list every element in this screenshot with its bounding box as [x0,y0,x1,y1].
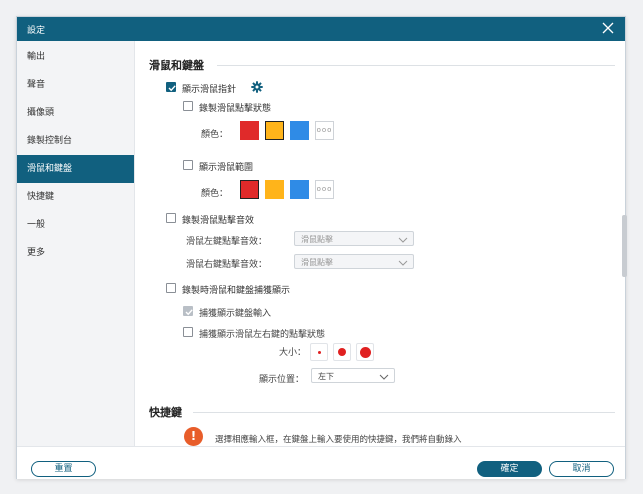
record-click-state-label: 錄製滑鼠點擊狀態 [199,104,272,114]
color-swatch-blue[interactable] [290,121,309,140]
display-position-select[interactable]: 左下 [311,368,395,383]
sidebar-item-hotkeys[interactable]: 快捷鍵 [17,183,134,211]
size-small-button[interactable] [310,343,328,361]
ok-button[interactable]: 確定 [477,461,542,477]
size-large-button[interactable] [356,343,374,361]
reset-button[interactable]: 重置 [31,461,96,477]
capture-keyboard-label: 捕獲顯示鍵盤輸入 [199,309,272,319]
color-swatch-red[interactable] [240,180,259,199]
window-title: 設定 [27,26,46,36]
sidebar-item-audio[interactable]: 聲音 [17,71,134,99]
capture-display-checkbox[interactable] [166,283,176,293]
right-click-sound-select[interactable]: 滑鼠點擊 [294,254,414,269]
color-swatch-blue[interactable] [290,180,309,199]
gear-icon[interactable] [251,81,263,93]
display-position-value: 左下 [318,372,334,381]
hotkey-notice: 選擇相應輸入框，在鍵盤上輸入要使用的快捷鍵，我們將自動錄入 [215,435,462,445]
sidebar-item-output[interactable]: 輸出 [17,43,134,71]
show-pointer-checkbox[interactable] [166,82,176,92]
show-pointer-label: 顯示滑鼠指針 [182,85,237,95]
left-click-sound-select[interactable]: 滑鼠點擊 [294,231,414,246]
sidebar-item-webcam[interactable]: 攝像頭 [17,99,134,127]
right-click-sound-label: 滑鼠右鍵點擊音效： [186,260,268,270]
divider [193,412,615,413]
section-title-hotkeys: 快捷鍵 [149,406,182,419]
record-click-sound-checkbox[interactable] [166,213,176,223]
left-click-sound-value: 滑鼠點擊 [301,235,333,244]
capture-mouse-clicks-checkbox[interactable] [183,327,193,337]
chevron-down-icon [398,236,408,246]
capture-mouse-clicks-label: 捕獲顯示滑鼠左右鍵的點擊狀態 [199,330,326,340]
title-bar: 設定 [17,17,625,41]
close-icon[interactable] [601,21,615,35]
sidebar: 輸出 聲音 攝像頭 錄製控制台 滑鼠和鍵盤 快捷鍵 一般 更多 [17,41,135,446]
sidebar-item-recording-console[interactable]: 錄製控制台 [17,127,134,155]
display-position-label: 顯示位置： [259,375,305,385]
capture-keyboard-checkbox[interactable] [183,306,193,316]
capture-display-label: 錄製時滑鼠和鍵盤捕獲顯示 [182,286,291,296]
color-swatch-yellow[interactable] [265,121,284,140]
sidebar-item-more[interactable]: 更多 [17,239,134,267]
show-mouse-area-checkbox[interactable] [183,160,193,170]
color-label: 顏色： [201,130,229,140]
warning-icon: ! [184,427,203,446]
left-click-sound-label: 滑鼠左鍵點擊音效： [186,237,268,247]
size-medium-button[interactable] [333,343,351,361]
record-click-sound-label: 錄製滑鼠點擊音效 [182,216,255,226]
settings-content: 滑鼠和鍵盤 顯示滑鼠指針 錄製滑鼠點擊狀態 顏色： ooo 顯示滑鼠範圍 顏色：… [135,41,625,446]
size-label: 大小： [279,348,307,358]
more-colors-button[interactable]: ooo [315,121,334,140]
show-mouse-area-label: 顯示滑鼠範圍 [199,163,254,173]
section-title-mouse-keyboard: 滑鼠和鍵盤 [149,59,204,72]
sidebar-item-mouse-keyboard[interactable]: 滑鼠和鍵盤 [17,155,134,183]
record-click-state-checkbox[interactable] [183,101,193,111]
sidebar-item-general[interactable]: 一般 [17,211,134,239]
scrollbar[interactable] [622,215,627,277]
color-swatch-red[interactable] [240,121,259,140]
divider [217,65,615,66]
color-swatch-yellow[interactable] [265,180,284,199]
footer: 重置 確定 取消 [17,446,625,479]
more-colors-button[interactable]: ooo [315,180,334,199]
chevron-down-icon [398,259,408,269]
right-click-sound-value: 滑鼠點擊 [301,258,333,267]
chevron-down-icon [379,373,389,383]
settings-window: 設定 輸出 聲音 攝像頭 錄製控制台 滑鼠和鍵盤 快捷鍵 一般 更多 滑鼠和鍵盤… [16,16,627,479]
cancel-button[interactable]: 取消 [549,461,614,477]
color-label: 顏色： [201,189,229,199]
